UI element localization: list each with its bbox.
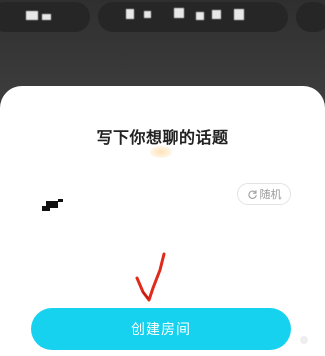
redacted-text xyxy=(212,10,221,19)
tab-pill-1[interactable] xyxy=(0,2,90,32)
typed-text-mark xyxy=(58,199,63,202)
random-topic-label: 随机 xyxy=(259,188,282,201)
refresh-icon xyxy=(247,189,257,199)
redacted-text xyxy=(26,11,38,20)
redacted-text xyxy=(234,9,244,20)
more-button[interactable] xyxy=(296,2,325,32)
redacted-text xyxy=(144,11,151,18)
create-room-label: 创建房间 xyxy=(131,322,191,338)
redacted-text xyxy=(42,14,51,20)
redacted-text xyxy=(174,8,184,18)
checkmark-annotation-icon xyxy=(135,252,166,302)
sheet-title: 写下你想聊的话题 xyxy=(96,128,229,147)
tab-pill-2[interactable] xyxy=(98,2,288,32)
top-tab-bar xyxy=(0,0,325,34)
random-topic-button[interactable]: 随机 xyxy=(237,183,291,205)
redacted-text xyxy=(126,9,134,19)
cursor-glow xyxy=(150,146,172,158)
redacted-text xyxy=(196,12,204,20)
floating-dot xyxy=(300,336,308,344)
typed-text-mark xyxy=(42,206,50,211)
create-room-button[interactable]: 创建房间 xyxy=(31,308,291,350)
